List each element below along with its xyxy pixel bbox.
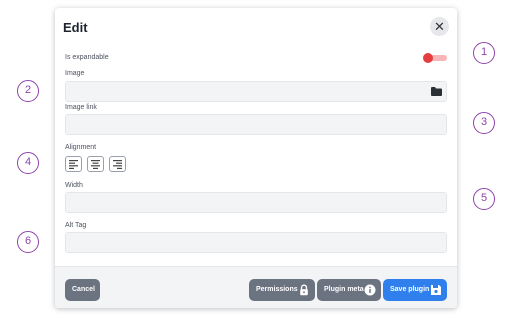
align-center-button[interactable]: [87, 156, 104, 172]
image-label: Image: [65, 70, 85, 77]
image-link-field[interactable]: [65, 114, 447, 135]
cancel-button[interactable]: Cancel: [65, 279, 100, 301]
expandable-toggle[interactable]: [423, 53, 447, 63]
toggle-knob: [423, 53, 433, 63]
callout-6: 6: [17, 231, 39, 253]
info-icon: [364, 284, 376, 296]
callout-3: 3: [473, 112, 495, 134]
permissions-label: Permissions: [256, 286, 298, 293]
callout-2: 2: [17, 80, 39, 102]
lock-icon: [300, 284, 308, 296]
close-button[interactable]: ✕: [430, 17, 449, 36]
callout-4: 4: [17, 152, 39, 174]
alt-tag-field[interactable]: [65, 232, 447, 253]
callout-1: 1: [473, 42, 495, 64]
close-icon: ✕: [434, 19, 445, 34]
callout-5: 5: [473, 188, 495, 210]
save-plugin-button[interactable]: Save plugin: [383, 279, 447, 301]
align-center-icon: [91, 160, 100, 169]
cancel-label: Cancel: [72, 286, 95, 293]
align-right-button[interactable]: [109, 156, 126, 172]
dialog-title: Edit: [63, 20, 88, 35]
folder-icon[interactable]: [431, 87, 442, 96]
save-plugin-label: Save plugin: [390, 286, 430, 293]
image-field[interactable]: [65, 81, 447, 102]
align-left-icon: [69, 160, 78, 169]
align-right-icon: [113, 160, 122, 169]
dialog-footer: Cancel Permissions Plugin meta Save plug…: [55, 266, 457, 308]
align-left-button[interactable]: [65, 156, 82, 172]
expandable-label: Is expandable: [65, 54, 109, 61]
width-field[interactable]: [65, 192, 447, 213]
alignment-label: Alignment: [65, 144, 97, 151]
save-icon: [431, 285, 441, 295]
plugin-meta-button[interactable]: Plugin meta: [317, 279, 381, 301]
plugin-meta-label: Plugin meta: [324, 286, 364, 293]
image-link-label: Image link: [65, 104, 97, 111]
dialog-header: Edit ✕: [55, 8, 457, 46]
edit-dialog: Edit ✕ Is expandable Image Image link Al…: [55, 8, 457, 308]
width-label: Width: [65, 182, 83, 189]
permissions-button[interactable]: Permissions: [249, 279, 315, 301]
alt-tag-label: Alt Tag: [65, 222, 87, 229]
